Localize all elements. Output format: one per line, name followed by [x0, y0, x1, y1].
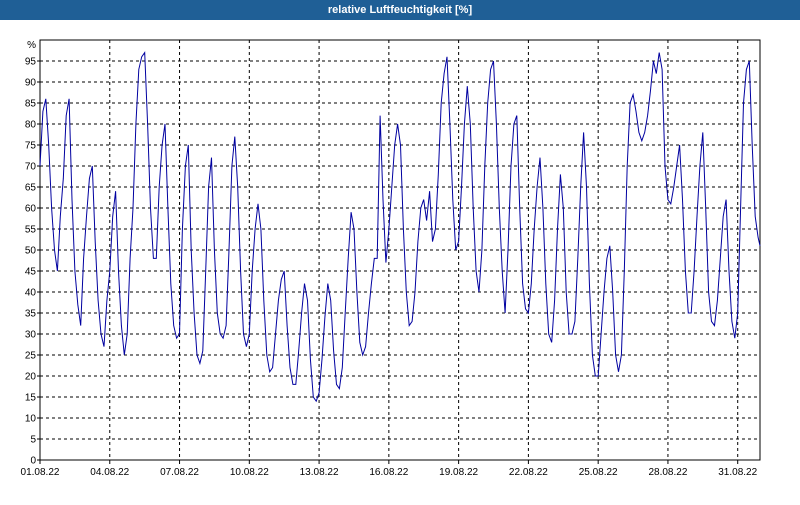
y-tick-label: 75	[25, 141, 37, 152]
y-tick-label: 20	[25, 372, 37, 383]
y-tick-label: 30	[25, 330, 37, 341]
y-tick-label: 85	[25, 99, 37, 110]
y-tick-label: 70	[25, 162, 37, 173]
y-tick-label: 90	[25, 78, 37, 89]
y-tick-label: 35	[25, 309, 37, 320]
y-tick-label: 15	[25, 393, 37, 404]
y-tick-label: 0	[30, 456, 36, 467]
y-tick-label: 10	[25, 414, 37, 425]
y-tick-label: 40	[25, 288, 37, 299]
chart-title: relative Luftfeuchtigkeit [%]	[327, 4, 473, 16]
x-tick-label: 07.08.22	[160, 467, 199, 478]
grid-lines	[40, 40, 760, 460]
x-tick-label: 28.08.22	[648, 467, 687, 478]
x-tick-label: 01.08.22	[21, 467, 60, 478]
y-tick-label: 65	[25, 183, 37, 194]
y-axis-unit-label: %	[27, 40, 36, 51]
y-tick-label: 45	[25, 267, 37, 278]
chart-title-bar: relative Luftfeuchtigkeit [%]	[0, 0, 800, 20]
chart-area: 0 5 10 15 20 25 30 35 40 45 50 55 60 65 70 75 80 85 90 95 0…	[0, 20, 800, 500]
y-axis: 0 5 10 15 20 25 30 35 40 45 50 55 60 65 70 75 80 85 90 95	[25, 57, 40, 467]
y-tick-label: 55	[25, 225, 37, 236]
x-tick-label: 19.08.22	[439, 467, 478, 478]
y-tick-label: 80	[25, 120, 37, 131]
x-tick-label: 04.08.22	[90, 467, 129, 478]
y-tick-label: 5	[30, 435, 36, 446]
humidity-series-line	[39, 51, 761, 403]
x-axis: 01.08.22 04.08.22 07.08.22 10.08.22 13.08.22…	[21, 460, 758, 478]
x-tick-label: 13.08.22	[300, 467, 339, 478]
y-tick-label: 25	[25, 351, 37, 362]
x-tick-label: 16.08.22	[369, 467, 408, 478]
x-tick-label: 25.08.22	[579, 467, 618, 478]
x-tick-label: 31.08.22	[718, 467, 757, 478]
x-tick-label: 22.08.22	[509, 467, 548, 478]
y-tick-label: 60	[25, 204, 37, 215]
x-tick-label: 10.08.22	[230, 467, 269, 478]
y-tick-label: 95	[25, 57, 37, 68]
y-tick-label: 50	[25, 246, 37, 257]
humidity-chart: 0 5 10 15 20 25 30 35 40 45 50 55 60 65 70 75 80 85 90 95 0…	[21, 39, 761, 478]
